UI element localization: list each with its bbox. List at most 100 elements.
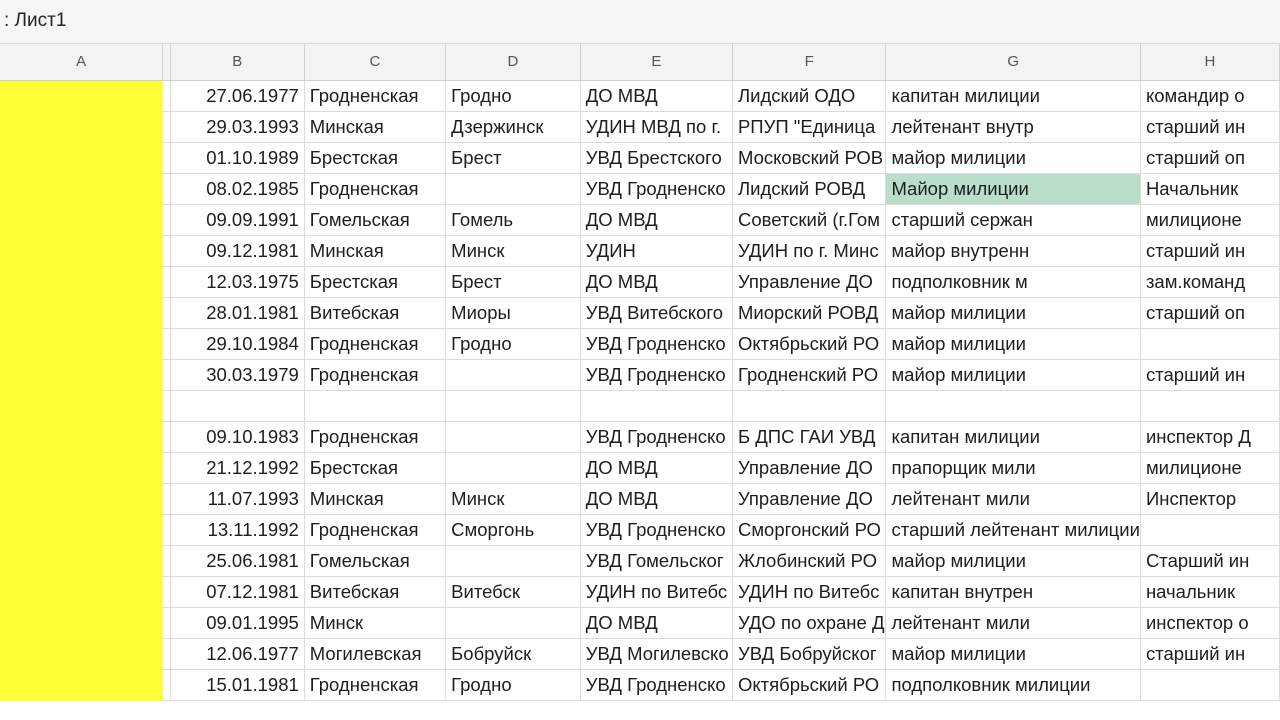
cell-a-highlighted[interactable] <box>0 204 164 236</box>
cell-b[interactable]: 11.07.1993 <box>170 483 305 515</box>
cell-e[interactable]: ДО МВД <box>580 607 733 639</box>
cell-a-highlighted[interactable] <box>0 607 164 639</box>
cell-b[interactable]: 15.01.1981 <box>170 669 305 701</box>
cell-h[interactable]: командир о <box>1140 80 1280 112</box>
cell-e[interactable]: УВД Гродненско <box>580 328 733 360</box>
column-header-c[interactable]: C <box>304 44 447 81</box>
cell-h[interactable]: зам.команд <box>1140 266 1280 298</box>
cell-b[interactable]: 09.09.1991 <box>170 204 305 236</box>
cell-b[interactable]: 09.01.1995 <box>170 607 305 639</box>
cell-c[interactable]: Минская <box>304 483 447 515</box>
cell-e[interactable]: УВД Брестского <box>580 142 733 174</box>
spreadsheet-grid[interactable]: A B C D E F G H 27.06.1977 Гродненская Гродно ДО МВ… <box>0 44 1280 720</box>
cell-d[interactable] <box>445 173 581 205</box>
column-header-e[interactable]: E <box>580 44 733 81</box>
cell-h[interactable]: милиционе <box>1140 452 1280 484</box>
cell-h[interactable] <box>1140 669 1280 701</box>
cell-d[interactable]: Дзержинск <box>445 111 581 143</box>
cell-f[interactable]: Управление ДО <box>732 266 887 298</box>
cell-d[interactable] <box>445 545 581 577</box>
cell-g[interactable]: подполковник м <box>885 266 1141 298</box>
cell-c[interactable]: Минск <box>304 607 447 639</box>
cell-a-highlighted[interactable] <box>0 111 164 143</box>
cell-a-highlighted[interactable] <box>0 328 164 360</box>
cell-e[interactable] <box>580 390 733 422</box>
cell-c[interactable]: Гродненская <box>304 80 447 112</box>
cell-g[interactable]: лейтенант мили <box>885 607 1141 639</box>
cell-g[interactable]: капитан милиции <box>885 421 1141 453</box>
cell-b[interactable]: 13.11.1992 <box>170 514 305 546</box>
cell-b[interactable]: 08.02.1985 <box>170 173 305 205</box>
cell-g[interactable]: Майор милиции <box>885 173 1141 205</box>
cell-c[interactable]: Гродненская <box>304 421 447 453</box>
cell-c[interactable]: Минская <box>304 111 447 143</box>
cell-b[interactable]: 09.12.1981 <box>170 235 305 267</box>
cell-a-highlighted[interactable] <box>0 142 164 174</box>
cell-f[interactable]: УДИН по Витебс <box>732 576 887 608</box>
cell-h[interactable]: милиционе <box>1140 204 1280 236</box>
cell-b[interactable]: 01.10.1989 <box>170 142 305 174</box>
cell-b[interactable]: 29.03.1993 <box>170 111 305 143</box>
cell-a-highlighted[interactable] <box>0 359 164 391</box>
cell-f[interactable]: РПУП "Единица <box>732 111 887 143</box>
cell-c[interactable]: Брестская <box>304 266 447 298</box>
cell-f[interactable]: УДО по охране Д <box>732 607 887 639</box>
cell-h[interactable]: старший ин <box>1140 359 1280 391</box>
cell-a-highlighted[interactable] <box>0 483 164 515</box>
cell-a-highlighted[interactable] <box>0 266 164 298</box>
column-header-h[interactable]: H <box>1140 44 1280 81</box>
cell-f[interactable]: Миорский РОВД <box>732 297 887 329</box>
cell-c[interactable]: Гродненская <box>304 514 447 546</box>
cell-c[interactable]: Гродненская <box>304 669 447 701</box>
cell-e[interactable]: ДО МВД <box>580 80 733 112</box>
cell-e[interactable]: ДО МВД <box>580 483 733 515</box>
cell-h[interactable]: старший ин <box>1140 235 1280 267</box>
cell-e[interactable]: УВД Гродненско <box>580 669 733 701</box>
cell-c[interactable]: Витебская <box>304 576 447 608</box>
cell-e[interactable]: ДО МВД <box>580 452 733 484</box>
cell-d[interactable]: Брест <box>445 266 581 298</box>
cell-a-highlighted[interactable] <box>0 452 164 484</box>
cell-h[interactable]: старший ин <box>1140 638 1280 670</box>
cell-e[interactable]: УВД Гродненско <box>580 173 733 205</box>
cell-e[interactable]: УВД Гродненско <box>580 359 733 391</box>
cell-a-highlighted[interactable] <box>0 669 164 701</box>
cell-h[interactable]: инспектор Д <box>1140 421 1280 453</box>
cell-d[interactable]: Гродно <box>445 328 581 360</box>
cell-d[interactable]: Сморгонь <box>445 514 581 546</box>
cell-g[interactable]: старший сержан <box>885 204 1141 236</box>
cell-e[interactable]: УВД Гомельског <box>580 545 733 577</box>
cell-h[interactable]: инспектор о <box>1140 607 1280 639</box>
cell-f[interactable]: Жлобинский РО <box>732 545 887 577</box>
cell-f[interactable]: Октябрьский РО <box>732 328 887 360</box>
cell-c[interactable]: Гродненская <box>304 328 447 360</box>
cell-g[interactable]: подполковник милиции <box>885 669 1141 701</box>
cell-d[interactable]: Гродно <box>445 80 581 112</box>
cell-h[interactable]: Инспектор <box>1140 483 1280 515</box>
cell-d[interactable]: Минск <box>445 235 581 267</box>
cell-g[interactable]: лейтенант внутр <box>885 111 1141 143</box>
cell-f[interactable]: Лидский ОДО <box>732 80 887 112</box>
cell-h[interactable] <box>1140 328 1280 360</box>
cell-f[interactable]: Лидский РОВД <box>732 173 887 205</box>
cell-c[interactable]: Гомельская <box>304 545 447 577</box>
cell-a-highlighted[interactable] <box>0 545 164 577</box>
cell-b[interactable] <box>170 390 305 422</box>
cell-c[interactable]: Гомельская <box>304 204 447 236</box>
cell-d[interactable]: Витебск <box>445 576 581 608</box>
cell-a-highlighted[interactable] <box>0 638 164 670</box>
cell-g[interactable]: лейтенант мили <box>885 483 1141 515</box>
cell-e[interactable]: УВД Гродненско <box>580 514 733 546</box>
cell-b[interactable]: 30.03.1979 <box>170 359 305 391</box>
cell-e[interactable]: ДО МВД <box>580 266 733 298</box>
cell-h[interactable]: старший оп <box>1140 142 1280 174</box>
cell-a-highlighted[interactable] <box>0 80 164 112</box>
cell-f[interactable]: УДИН по г. Минс <box>732 235 887 267</box>
cell-g[interactable]: капитан внутрен <box>885 576 1141 608</box>
cell-c[interactable]: Минская <box>304 235 447 267</box>
column-header-b[interactable]: B <box>170 44 305 81</box>
cell-c[interactable]: Гродненская <box>304 359 447 391</box>
cell-b[interactable]: 27.06.1977 <box>170 80 305 112</box>
cell-a-highlighted[interactable] <box>0 390 164 422</box>
cell-g[interactable] <box>885 390 1141 422</box>
